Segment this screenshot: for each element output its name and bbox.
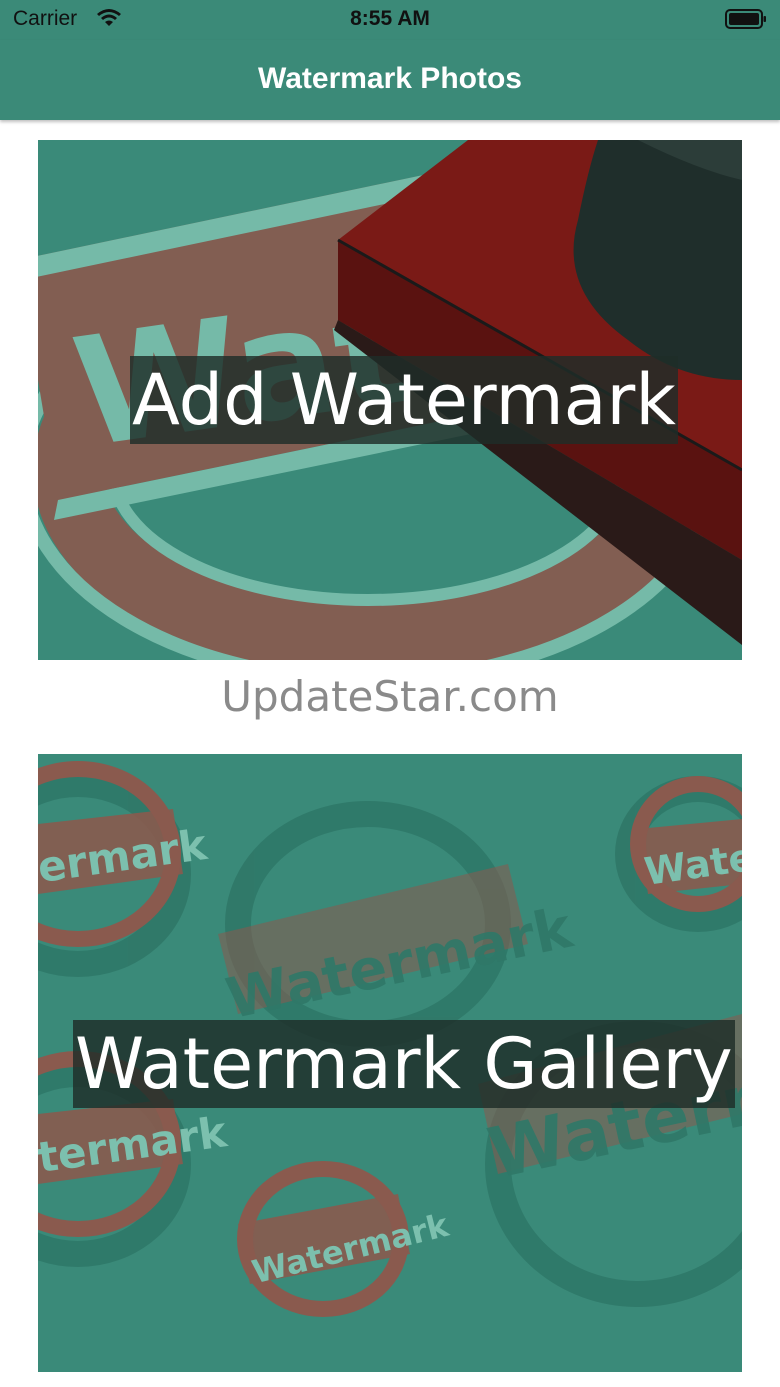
status-bar: Carrier 8:55 AM xyxy=(0,0,780,40)
navigation-bar: Watermark Photos xyxy=(0,40,780,120)
watermark-gallery-card[interactable]: Watermark Waterma ermark termark Wate Wa… xyxy=(38,754,742,1372)
clock-label: 8:55 AM xyxy=(350,7,430,30)
add-watermark-card[interactable]: Water Add Watermark xyxy=(38,140,742,660)
watermark-gallery-label: Watermark Gallery xyxy=(73,1020,735,1108)
nav-title: Watermark Photos xyxy=(258,62,522,95)
add-watermark-label: Add Watermark xyxy=(130,356,678,444)
battery-icon xyxy=(725,9,766,29)
overlay-watermark-text: UpdateStar.com xyxy=(221,672,559,721)
